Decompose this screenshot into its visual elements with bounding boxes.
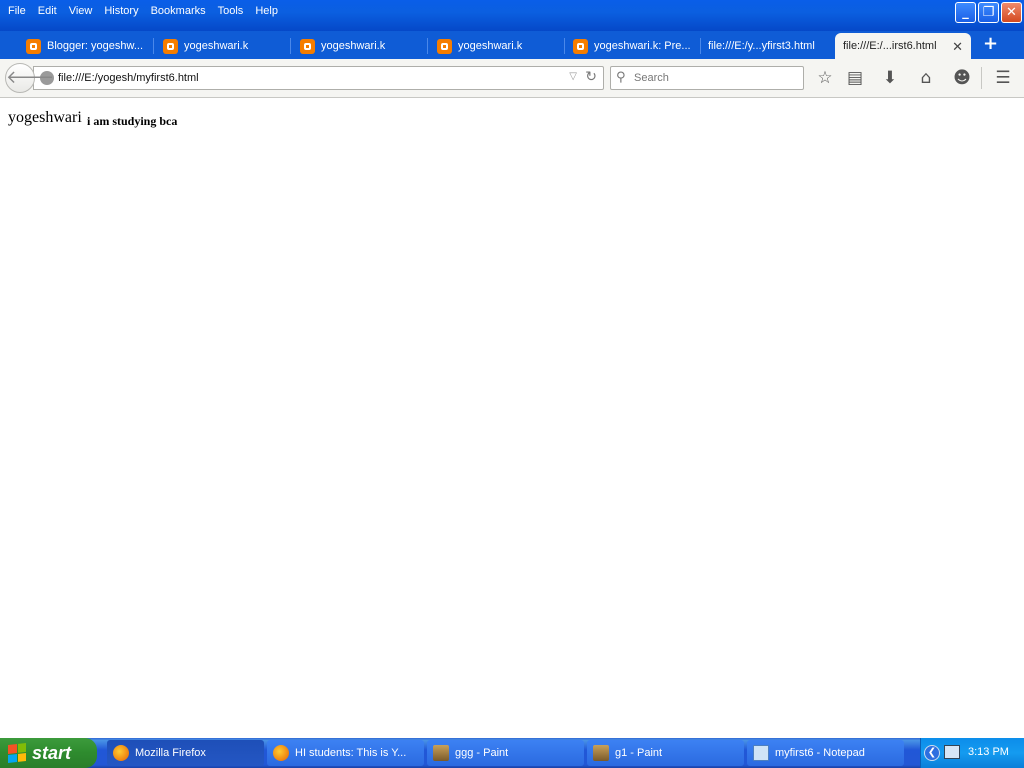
minimize-button[interactable]: _ [955,2,976,23]
tab-0[interactable]: Blogger: yogeshw... [18,33,154,59]
tab-label: yogeshwari.k [321,40,386,52]
tab-label: Blogger: yogeshw... [47,40,144,52]
tab-5[interactable]: file:///E:/y...yfirst3.html [700,33,835,59]
start-label: start [32,742,72,763]
show-hidden-icons-icon[interactable]: ❮ [924,745,940,761]
task-paint-ggg[interactable]: ggg - Paint [427,740,584,766]
menu-view[interactable]: View [63,3,99,19]
firefox-icon [273,745,289,761]
hamburger-menu-icon[interactable]: ☰ [992,67,1014,89]
tab-3[interactable]: yogeshwari.k [429,33,565,59]
menu-history[interactable]: History [98,3,144,19]
task-label: Mozilla Firefox [135,747,206,759]
network-icon[interactable] [944,745,960,759]
task-firefox[interactable]: Mozilla Firefox [107,740,264,766]
blogger-icon [300,38,315,54]
search-icon: ⚲ [616,70,626,85]
tab-label: file:///E:/...irst6.html [843,40,937,52]
back-button[interactable]: 🡐 [5,63,54,93]
restore-button[interactable]: ❐ [978,2,999,23]
clock[interactable]: 3:13 PM [968,746,1009,758]
paint-icon [433,745,449,761]
menu-tools[interactable]: Tools [212,3,250,19]
title-bar: File Edit View History Bookmarks Tools H… [0,0,1024,31]
navigation-toolbar: file:///E:/yogesh/myfirst6.html ▽ ↻ 🡐 ⚲ … [0,59,1024,98]
url-bar[interactable]: file:///E:/yogesh/myfirst6.html ▽ ↻ [33,66,604,90]
task-label: myfirst6 - Notepad [775,747,865,759]
dropdown-arrow-icon[interactable]: ▽ [569,71,577,82]
page-content: yogeshwari i am studying bca [0,99,1024,739]
blogger-icon [163,38,178,54]
task-label: HI students: This is Y... [295,747,407,759]
menu-file[interactable]: File [2,3,32,19]
bookmark-star-icon[interactable]: ☆ [814,67,836,89]
tab-label: yogeshwari.k [184,40,249,52]
task-label: g1 - Paint [615,747,663,759]
menu-edit[interactable]: Edit [32,3,63,19]
page-heading: yogeshwari [8,109,82,126]
tab-strip: Blogger: yogeshw... yogeshwari.k yogeshw… [0,31,1024,59]
windows-logo-icon [8,743,26,763]
task-firefox-2[interactable]: HI students: This is Y... [267,740,424,766]
task-notepad[interactable]: myfirst6 - Notepad [747,740,904,766]
blogger-icon [26,38,41,54]
start-button[interactable]: start [0,738,97,768]
toolbar-separator [981,67,982,89]
tab-label: yogeshwari.k [458,40,523,52]
tab-4[interactable]: yogeshwari.k: Pre... [565,33,701,59]
home-icon[interactable]: ⌂ [915,67,937,89]
reading-list-icon[interactable]: ▤ [844,67,866,89]
taskbar: start Mozilla Firefox HI students: This … [0,738,1024,768]
reload-icon[interactable]: ↻ [585,69,597,85]
firefox-icon [113,745,129,761]
page-subtext: i am studying bca [87,114,178,128]
task-paint-g1[interactable]: g1 - Paint [587,740,744,766]
blogger-icon [573,38,588,54]
new-tab-button[interactable]: + [983,33,998,54]
tab-active[interactable]: file:///E:/...irst6.html ✕ [835,33,971,59]
chat-icon[interactable]: ☻ [951,67,973,89]
search-bar[interactable]: ⚲ Search [610,66,804,90]
menu-bookmarks[interactable]: Bookmarks [145,3,212,19]
paint-icon [593,745,609,761]
tab-label: yogeshwari.k: Pre... [594,40,691,52]
download-icon[interactable]: ⬇ [879,67,901,89]
url-text[interactable]: file:///E:/yogesh/myfirst6.html [58,72,199,84]
search-placeholder: Search [634,72,669,84]
window-controls: _ ❐ ✕ [955,2,1022,23]
back-arrow-icon: 🡐 [6,67,55,88]
blogger-icon [437,38,452,54]
close-tab-icon[interactable]: ✕ [952,39,963,55]
notepad-icon [753,745,769,761]
task-label: ggg - Paint [455,747,509,759]
system-tray: ❮ 3:13 PM [920,738,1024,768]
tab-label: file:///E:/y...yfirst3.html [708,40,815,52]
menu-help[interactable]: Help [249,3,284,19]
tab-2[interactable]: yogeshwari.k [292,33,428,59]
menu-bar: File Edit View History Bookmarks Tools H… [2,3,284,19]
tab-1[interactable]: yogeshwari.k [155,33,291,59]
close-button[interactable]: ✕ [1001,2,1022,23]
